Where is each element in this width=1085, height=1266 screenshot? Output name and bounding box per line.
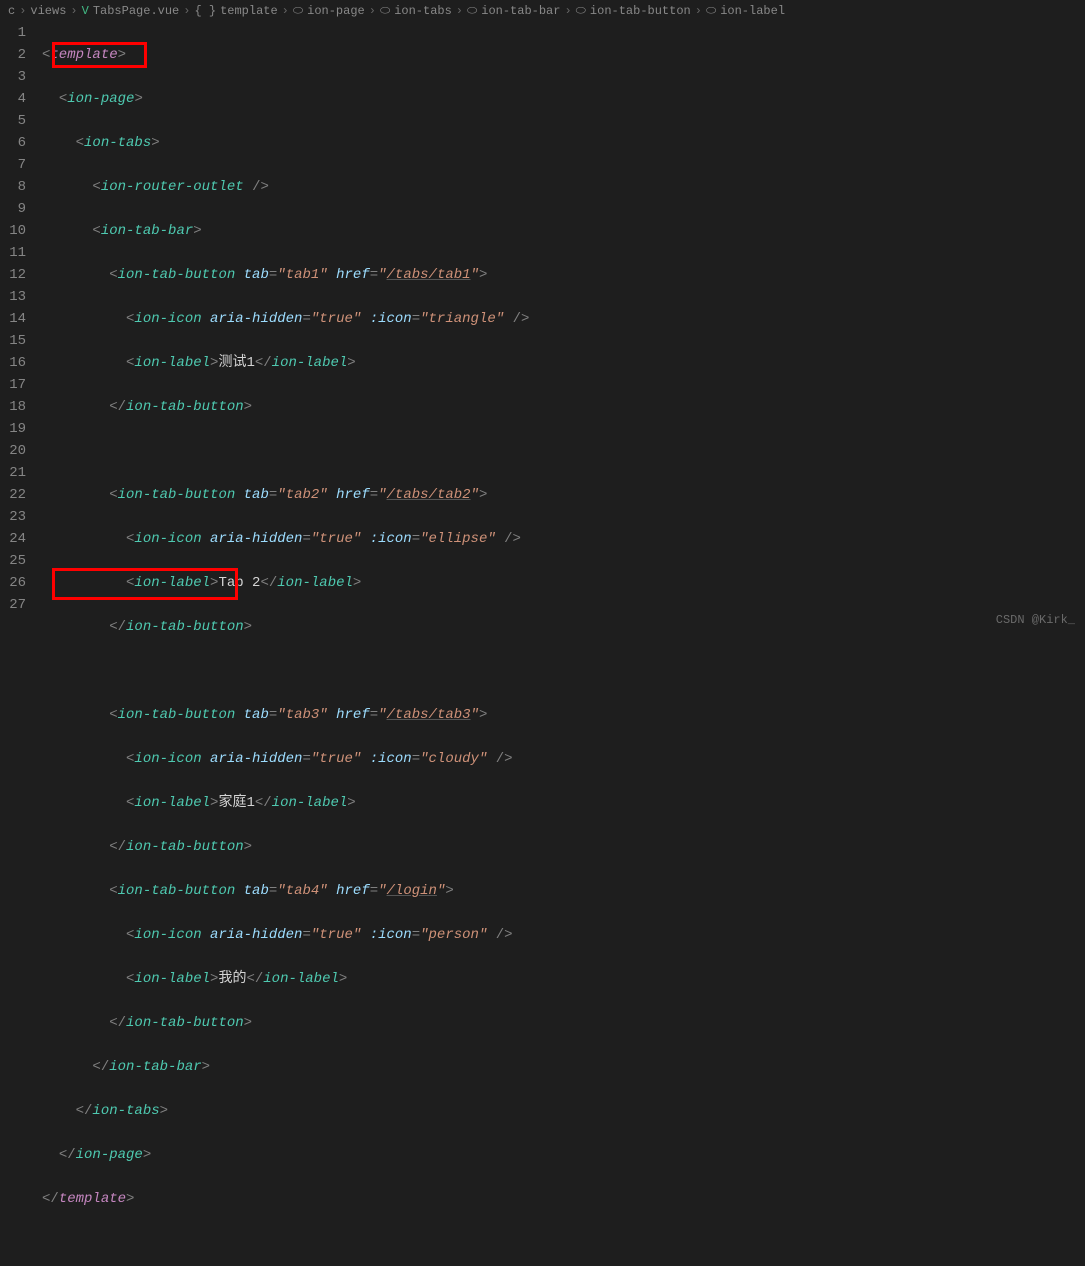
- breadcrumb-ion-page[interactable]: ⬭ion-page: [293, 4, 365, 18]
- breadcrumb-ion-tab-bar[interactable]: ⬭ion-tab-bar: [467, 4, 560, 18]
- breadcrumb-file[interactable]: VTabsPage.vue: [82, 4, 180, 18]
- tag-icon: ⬭: [293, 4, 303, 18]
- chevron-right-icon: ›: [369, 4, 376, 18]
- chevron-right-icon: ›: [456, 4, 463, 18]
- tag-icon: ⬭: [380, 4, 390, 18]
- tag-icon: ⬭: [706, 4, 716, 18]
- breadcrumb-ion-tabs[interactable]: ⬭ion-tabs: [380, 4, 452, 18]
- breadcrumb-template[interactable]: { }template: [194, 4, 277, 18]
- breadcrumb-c[interactable]: c: [8, 4, 15, 18]
- chevron-right-icon: ›: [70, 4, 77, 18]
- breadcrumb: c › views › VTabsPage.vue › { }template …: [0, 0, 1085, 22]
- chevron-right-icon: ›: [282, 4, 289, 18]
- breadcrumb-views[interactable]: views: [30, 4, 66, 18]
- chevron-right-icon: ›: [695, 4, 702, 18]
- braces-icon: { }: [194, 4, 216, 18]
- line-number-gutter: 1234567891011121314151617181920212223242…: [0, 22, 42, 1266]
- watermark: CSDN @Kirk_: [996, 613, 1075, 627]
- tag-icon: ⬭: [467, 4, 477, 18]
- chevron-right-icon: ›: [564, 4, 571, 18]
- code-editor[interactable]: 1234567891011121314151617181920212223242…: [0, 22, 1085, 1266]
- vue-icon: V: [82, 4, 89, 18]
- chevron-right-icon: ›: [183, 4, 190, 18]
- breadcrumb-ion-label[interactable]: ⬭ion-label: [706, 4, 785, 18]
- breadcrumb-ion-tab-button[interactable]: ⬭ion-tab-button: [576, 4, 691, 18]
- chevron-right-icon: ›: [19, 4, 26, 18]
- tag-icon: ⬭: [576, 4, 586, 18]
- code-area[interactable]: <template> <ion-page> <ion-tabs> <ion-ro…: [42, 22, 1085, 1266]
